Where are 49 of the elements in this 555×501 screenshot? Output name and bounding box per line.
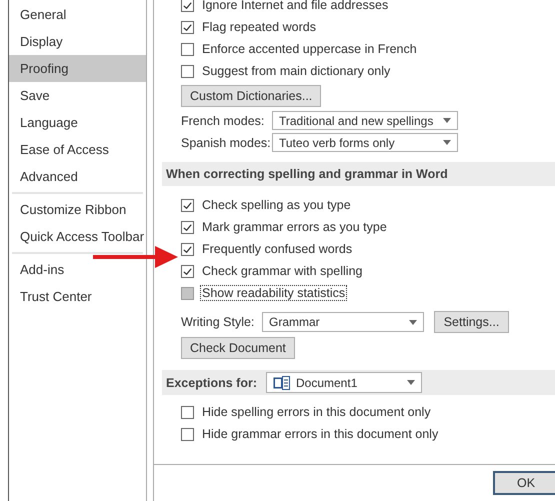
dropdown[interactable]: Tuteo verb forms only <box>272 133 458 152</box>
checkbox[interactable] <box>181 220 194 234</box>
caret-icon <box>409 320 417 324</box>
checkbox-option[interactable]: Frequently confused words <box>181 238 555 260</box>
field-label: Exceptions for: <box>166 376 258 390</box>
document-icon <box>273 376 290 390</box>
checkbox-option[interactable]: Hide spelling errors in this document only <box>181 401 555 423</box>
sidebar-item[interactable]: Trust Center <box>9 283 146 310</box>
dropdown[interactable]: Grammar <box>262 312 424 332</box>
checkbox-option[interactable]: Check spelling as you type <box>181 194 555 216</box>
sidebar-item[interactable]: Ease of Access <box>9 136 146 163</box>
sidebar-item[interactable]: General <box>9 1 146 28</box>
checkbox-option[interactable]: Hide grammar errors in this document only <box>181 423 555 445</box>
checkbox[interactable] <box>181 198 194 212</box>
caret-icon <box>443 118 451 123</box>
field-label: Writing Style: <box>181 315 256 329</box>
sidebar-item[interactable]: Proofing <box>9 55 146 82</box>
sidebar-item[interactable]: Advanced <box>9 163 146 190</box>
checkbox-option[interactable]: Mark grammar errors as you type <box>181 216 555 238</box>
settings-button[interactable]: Settings... <box>434 311 509 333</box>
check-document-button[interactable]: Check Document <box>181 337 295 359</box>
checkbox-option[interactable]: Enforce accented uppercase in French <box>181 38 555 60</box>
checkbox[interactable] <box>181 264 194 278</box>
field-label: French modes: <box>181 114 266 128</box>
ok-button[interactable]: OK <box>493 471 555 495</box>
checkbox-option[interactable]: Check grammar with spelling <box>181 260 555 282</box>
sidebar-item[interactable]: Add-ins <box>9 256 146 283</box>
dropdown[interactable]: Document1 <box>266 372 422 393</box>
checkbox[interactable] <box>181 20 194 34</box>
checkbox[interactable] <box>181 242 194 256</box>
checkbox[interactable] <box>181 64 194 78</box>
dropdown[interactable]: Traditional and new spellings <box>272 111 458 130</box>
sidebar-item[interactable]: Save <box>9 82 146 109</box>
section-header: When correcting spelling and grammar in Word <box>162 162 555 186</box>
checkbox[interactable] <box>181 42 194 56</box>
field-label: Spanish modes: <box>181 136 272 150</box>
caret-icon <box>443 140 451 145</box>
checkbox[interactable] <box>181 0 194 12</box>
checkbox-option[interactable]: Ignore Internet and file addresses <box>181 0 555 16</box>
checkbox-option[interactable]: Flag repeated words <box>181 16 555 38</box>
sidebar-item[interactable]: Quick Access Toolbar <box>9 223 146 250</box>
caret-icon <box>407 380 415 385</box>
checkbox[interactable] <box>181 428 194 440</box>
checkbox-option[interactable]: Suggest from main dictionary only <box>181 60 555 82</box>
checkbox[interactable] <box>181 406 194 418</box>
sidebar-item[interactable]: Language <box>9 109 146 136</box>
sidebar-item[interactable]: Display <box>9 28 146 55</box>
custom-dictionaries-button[interactable]: Custom Dictionaries... <box>181 85 322 107</box>
sidebar-item[interactable]: Customize Ribbon <box>9 196 146 223</box>
